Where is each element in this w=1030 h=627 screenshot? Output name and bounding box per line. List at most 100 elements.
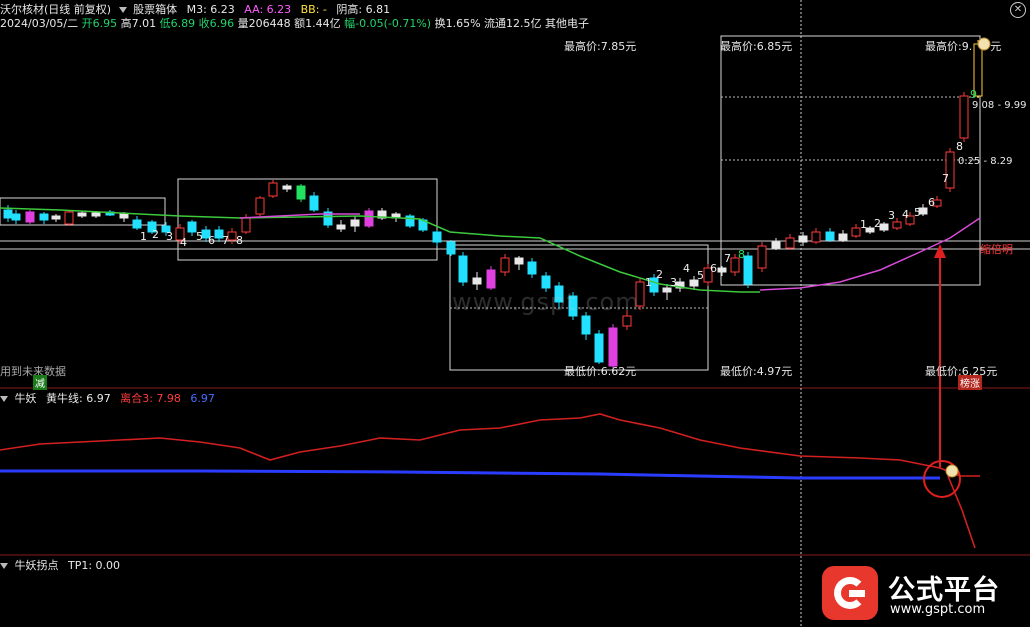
date-label: 2024/03/05/二 [0,17,79,30]
close-icon[interactable]: ✕ [1010,2,1026,18]
seq-number: 1 [645,276,652,289]
seq-number: 8 [738,248,745,261]
candle-body [39,213,49,221]
candle-body [364,210,374,227]
candle-body [500,257,510,273]
candle-body [757,245,767,269]
candle-body [622,315,632,327]
candle-body [446,241,456,255]
candle-body [892,221,902,229]
candle-body [743,255,753,285]
panel2-name[interactable]: 牛妖 [15,392,37,405]
candle-body [825,231,835,241]
seq-number: 6 [208,234,215,247]
box-high-label-2: 最高价:6.85元 [720,40,793,53]
candle-body [432,231,442,243]
seq-number: 5 [914,206,921,219]
candle-body [838,233,848,241]
logo: 公式平台 www.gspt.com [822,566,1022,622]
chevron-down-icon[interactable] [0,396,8,402]
seq-number: 3 [888,209,895,222]
high-label: 高7.01 [120,17,157,30]
logo-url: www.gspt.com [890,602,986,617]
seq-number: 1 [860,218,867,231]
jian-badge: 减 [33,375,47,390]
range-label-a: 9.08 - 9.99 [972,100,1027,111]
seq-number: 2 [152,228,159,241]
sector-label: 其他电子 [545,17,590,30]
candle-body [541,275,551,289]
logo-mark-icon [822,566,878,620]
seq-number: 6 [928,196,935,209]
candle-body [405,215,415,227]
red-line [0,413,980,477]
candle-body [255,197,265,215]
panel2-line2: 离合3: 7.98 [120,392,181,405]
candle-body [771,241,781,249]
candle-body [268,182,278,197]
candle-body [581,315,591,335]
seq-number: 6 [710,262,717,275]
panel3-line1: TP1: 0.00 [68,559,121,572]
seq-number: 8 [956,140,963,153]
arrow-up-icon [934,244,946,258]
candle-body [594,333,604,363]
range-label-b: 0.25 - 8.29 [958,156,1013,167]
chevron-down-icon[interactable] [118,7,127,13]
candle-body [282,185,292,190]
candle-body [3,209,13,219]
seq-number: 4 [683,262,690,275]
seq-number: 5 [697,269,704,282]
candle-body [472,277,482,285]
candle-body [241,217,251,233]
seq-number: 7 [724,252,731,265]
candle-body [187,221,197,233]
seq-number: 8 [236,234,243,247]
candle-body [865,227,875,233]
panel2-line1: 黄牛线: 6.97 [46,392,111,405]
candle-body [486,269,496,289]
candle-body [77,212,87,217]
box-low-label-1: 最低价:6.62元 [564,365,637,378]
candle-body [336,224,346,230]
close-label: 收6.96 [198,17,235,30]
candle-body [64,211,74,225]
price-box [177,178,438,261]
candle-body [811,231,821,243]
candle-body [608,327,618,367]
candle-body [91,212,101,217]
header-row-2: 2024/03/05/二 开6.95 高7.01 低6.89 收6.96 量20… [0,15,589,31]
candle-body [51,215,61,220]
bangzhang-badge: 榜涨 [958,375,982,390]
candle-body [11,213,21,221]
blue-line [0,469,940,480]
candle-body [132,219,142,229]
candle-body [227,231,237,241]
seq-number: 7 [942,172,949,185]
watermark-text: www.gspt.com [452,288,640,316]
seq-number: 2 [874,217,881,230]
candle-body [959,95,969,139]
candle-body [119,213,129,219]
panel2-line3: 6.97 [190,392,215,405]
candle-body [879,223,889,231]
seq-number: 3 [670,276,677,289]
candle-body [798,235,808,243]
chevron-down-icon[interactable] [0,563,8,569]
box-low-label-2: 最低价:4.97元 [720,365,793,378]
red-line [947,475,976,549]
candle-body [851,227,861,237]
seq-number: 3 [166,230,173,243]
amount-label: 额1.44亿 [294,17,341,30]
candle-body [296,185,306,200]
float-label: 流通12.5亿 [484,17,542,30]
candle-body [350,219,360,227]
seq-number: 4 [180,236,187,249]
candle-body [309,195,319,211]
candle-body [717,267,727,273]
seq-number: 4 [902,208,909,221]
suoliang-label: 缩倍明 [980,243,1013,256]
panel3-name[interactable]: 牛妖拐点 [15,559,59,572]
change-label: 幅-0.05(-0.71%) [344,17,432,30]
candle-body [514,257,524,265]
